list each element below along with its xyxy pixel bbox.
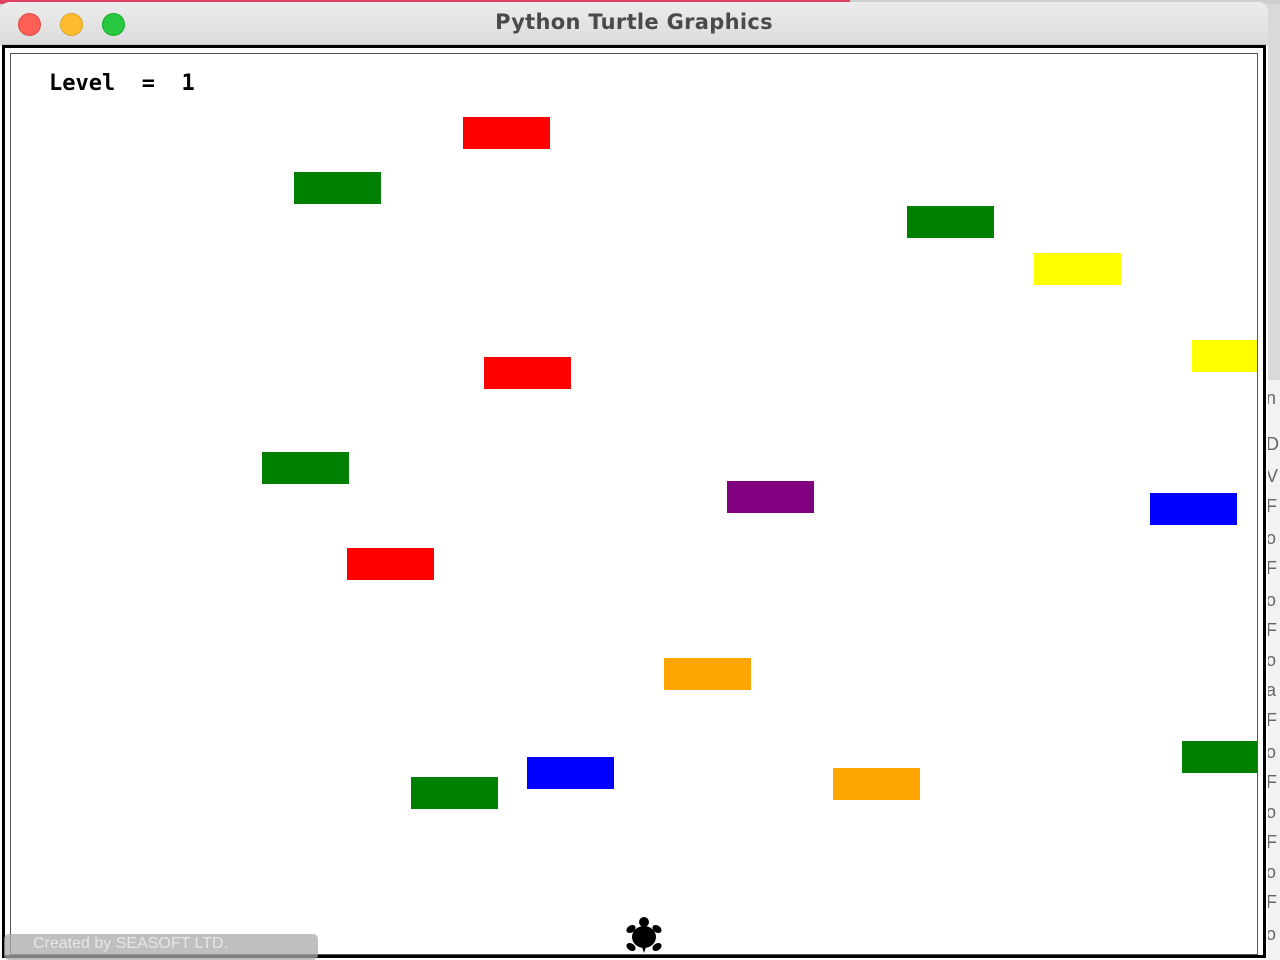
background-text-fragment: n (1268, 388, 1277, 408)
background-text-fragment: D (1268, 434, 1279, 454)
background-text-fragment: a (1268, 680, 1277, 700)
background-text-fragment: o (1268, 528, 1277, 548)
block-orange (664, 658, 751, 690)
turtle-window: Python Turtle Graphics Level = 1 (0, 2, 1268, 960)
background-text-fragment: o (1268, 924, 1277, 944)
window-title: Python Turtle Graphics (495, 10, 773, 34)
block-green (907, 206, 994, 238)
background-text-fragment: o (1268, 862, 1277, 882)
watermark-label: Created by SEASOFT LTD. (4, 934, 318, 960)
block-green (294, 172, 381, 204)
game-canvas[interactable]: Level = 1 (10, 53, 1258, 955)
background-text-fragment: F (1268, 892, 1277, 912)
background-text-fragment: F (1268, 832, 1277, 852)
background-text-fragment: o (1268, 650, 1277, 670)
background-text-fragment: o (1268, 742, 1277, 762)
block-green (262, 452, 349, 484)
background-text-fragment: V (1268, 466, 1279, 486)
block-yellow (1192, 340, 1257, 372)
block-blue (1150, 493, 1237, 525)
background-text-fragment: o (1268, 802, 1277, 822)
background-text-fragment: F (1268, 710, 1277, 730)
block-red (484, 357, 571, 389)
window-titlebar[interactable]: Python Turtle Graphics (0, 2, 1268, 45)
background-text-fragment: o (1268, 590, 1277, 610)
turtle-player-icon (626, 917, 662, 953)
block-green (411, 777, 498, 809)
block-blue (527, 757, 614, 789)
block-red (463, 117, 550, 149)
background-text-fragment: F (1268, 558, 1277, 578)
level-label: Level = 1 (49, 71, 195, 96)
background-text-fragment: F (1268, 772, 1277, 792)
background-text-fragment: F (1268, 620, 1277, 640)
background-text-fragment: F (1268, 496, 1277, 516)
block-red (347, 548, 434, 580)
block-orange (833, 768, 920, 800)
block-yellow (1034, 253, 1121, 285)
block-purple (727, 481, 814, 513)
background-window-edge: nDVFoFoFoaFoFoFoFo (1268, 380, 1280, 960)
block-green (1182, 741, 1257, 773)
